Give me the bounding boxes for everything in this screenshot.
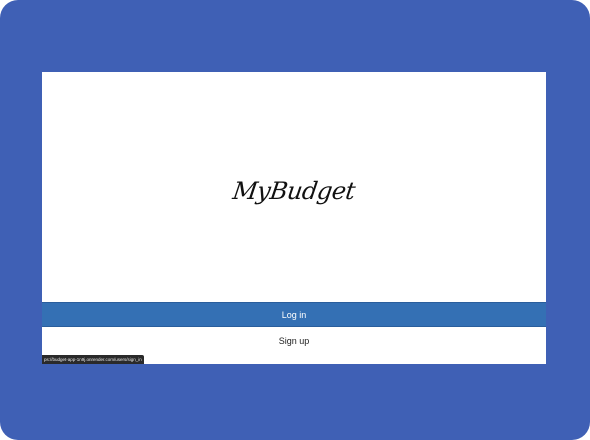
browser-viewport: MyBudget Log in Sign up ps://budget-app-… <box>42 72 546 364</box>
signup-button[interactable]: Sign up <box>42 328 546 353</box>
app-logo: MyBudget <box>231 177 357 205</box>
device-frame: MyBudget Log in Sign up ps://budget-app-… <box>0 0 590 440</box>
splash-area: MyBudget <box>42 72 546 302</box>
status-bar-url: ps://budget-app-1n9j.onrender.com/users/… <box>42 355 144 364</box>
login-button[interactable]: Log in <box>42 302 546 327</box>
